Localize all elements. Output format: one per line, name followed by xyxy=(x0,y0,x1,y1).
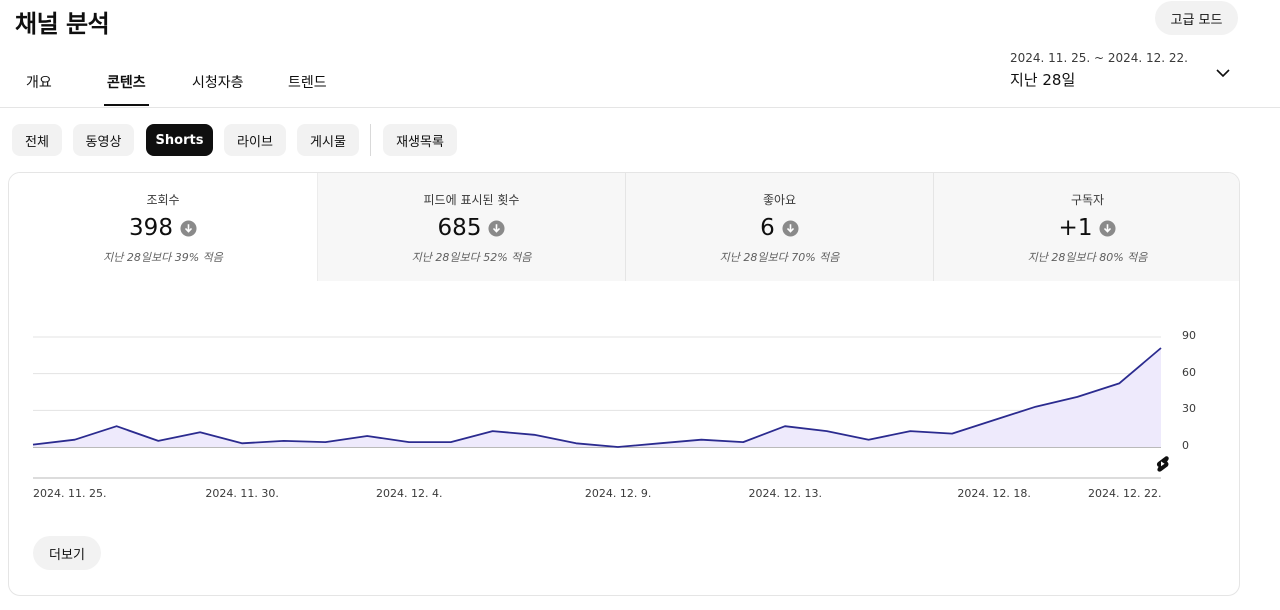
x-tick-label: 2024. 12. 4. xyxy=(376,487,443,500)
date-range-text: 2024. 11. 25. ~ 2024. 12. 22. xyxy=(1010,51,1188,65)
header-divider xyxy=(0,107,1280,108)
more-button[interactable]: 더보기 xyxy=(33,536,101,570)
views-chart: 2024. 11. 25. 2024. 11. 30. 2024. 12. 4. 20… xyxy=(9,281,1239,595)
chip-playlists[interactable]: 재생목록 xyxy=(383,124,457,156)
tab-audience[interactable]: 시청자층 xyxy=(192,72,244,104)
x-tick-label: 2024. 12. 18. xyxy=(957,487,1031,500)
metric-label: 조회수 xyxy=(146,193,180,207)
tab-overview[interactable]: 개요 xyxy=(26,72,52,104)
x-tick-label: 2024. 11. 25. xyxy=(33,487,107,500)
metric-label: 좋아요 xyxy=(762,193,797,207)
period-label: 지난 28일 xyxy=(1010,71,1076,89)
chip-all[interactable]: 전체 xyxy=(12,124,62,156)
metric-comparison: 지난 28일보다 70% 적음 xyxy=(719,251,840,264)
metric-value: 398 xyxy=(129,215,173,241)
chevron-down-icon[interactable] xyxy=(1210,60,1236,86)
tab-content[interactable]: 콘텐츠 xyxy=(104,72,149,106)
chip-divider xyxy=(370,124,371,156)
y-tick-label: 60 xyxy=(1182,365,1196,379)
x-tick-label: 2024. 11. 30. xyxy=(205,487,279,500)
metric-views[interactable]: 조회수 398 지난 28일보다 39% 적음 xyxy=(9,173,317,281)
chart-canvas xyxy=(32,336,1162,479)
shorts-icon xyxy=(1156,456,1169,472)
arrow-down-circle-icon xyxy=(180,219,197,237)
metric-comparison: 지난 28일보다 52% 적음 xyxy=(411,251,532,264)
chip-live[interactable]: 라이브 xyxy=(224,124,286,156)
arrow-down-circle-icon xyxy=(782,219,799,237)
metric-value: 6 xyxy=(760,215,775,241)
tab-trends[interactable]: 트렌드 xyxy=(288,72,327,104)
date-range-selector[interactable]: 2024. 11. 25. ~ 2024. 12. 22. 지난 28일 xyxy=(1010,51,1188,90)
page-title: 채널 분석 xyxy=(15,10,110,38)
analytics-page: 채널 분석 고급 모드 개요 콘텐츠 시청자층 트렌드 2024. 11. 25… xyxy=(0,0,1280,610)
metric-label: 피드에 표시된 횟수 xyxy=(423,193,520,207)
metric-value: 685 xyxy=(437,215,482,241)
advanced-mode-button[interactable]: 고급 모드 xyxy=(1155,1,1238,35)
y-tick-label: 90 xyxy=(1182,329,1196,342)
metric-impressions[interactable]: 피드에 표시된 횟수 685 지난 28일보다 52% 적음 xyxy=(317,173,625,281)
chip-shorts[interactable]: Shorts xyxy=(146,124,213,156)
metric-likes[interactable]: 좋아요 6 지난 28일보다 70% 적음 xyxy=(625,173,933,281)
x-tick-label: 2024. 12. 22. xyxy=(1088,487,1162,500)
x-tick-label: 2024. 12. 13. xyxy=(748,487,822,500)
metric-comparison: 지난 28일보다 80% 적음 xyxy=(1027,251,1148,264)
arrow-down-circle-icon xyxy=(488,219,505,237)
chip-videos[interactable]: 동영상 xyxy=(73,124,134,156)
metrics-card: 조회수 398 지난 28일보다 39% 적음 피드에 표시된 횟수 685 지… xyxy=(8,172,1240,596)
arrow-down-circle-icon xyxy=(1099,219,1116,237)
metric-subscribers[interactable]: 구독자 +1 지난 28일보다 80% 적음 xyxy=(933,173,1239,281)
metric-value: +1 xyxy=(1058,215,1093,241)
x-tick-label: 2024. 12. 9. xyxy=(584,487,652,500)
y-tick-label: 30 xyxy=(1182,402,1196,416)
chip-posts[interactable]: 게시물 xyxy=(297,124,359,156)
metric-comparison: 지난 28일보다 39% 적음 xyxy=(103,251,223,264)
y-tick-label: 0 xyxy=(1182,439,1189,452)
metric-label: 구독자 xyxy=(1070,193,1105,207)
